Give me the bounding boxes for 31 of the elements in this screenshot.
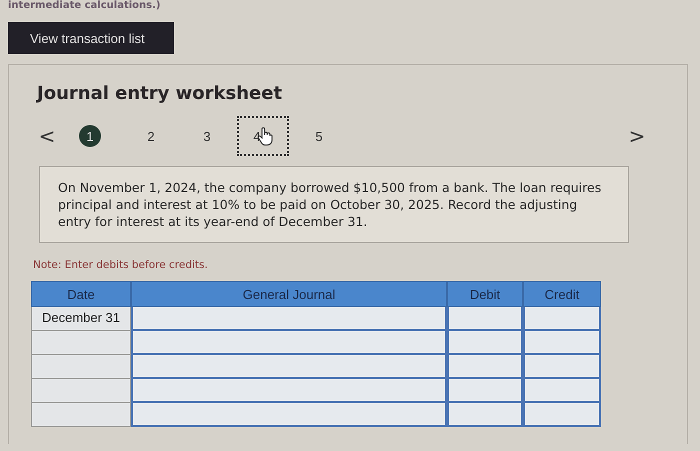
account-input-field[interactable] [131,379,447,403]
debit-input-field[interactable] [447,307,523,331]
instruction-text: intermediate calculations.) [8,0,162,13]
debit-input-field[interactable] [447,331,523,355]
step-tab[interactable]: 5 [293,116,345,156]
column-header: Credit [523,281,601,307]
step-tab[interactable]: 1 [79,125,101,147]
account-input-field[interactable] [131,307,447,331]
account-input-field[interactable] [131,403,447,427]
step-tab[interactable]: 2 [125,116,177,156]
account-input-field[interactable] [131,355,447,379]
credit-input-field[interactable] [523,307,601,331]
worksheet-title: Journal entry worksheet [37,83,284,104]
view-transaction-list-button[interactable]: View transaction list [8,22,174,54]
column-header: General Journal [131,281,447,307]
column-header: Date [31,281,131,307]
note-text: Note: Enter debits before credits. [33,259,209,271]
account-input-field[interactable] [131,331,447,355]
credit-input-field[interactable] [523,403,601,427]
credit-input-field[interactable] [523,379,601,403]
column-header: Debit [447,281,523,307]
debit-input-field[interactable] [447,379,523,403]
question-text: On November 1, 2024, the company borrowed $10,500 from a bank. The loan requires principal and interest at 10% to be paid on October 30, 2025. Record the adjusting entry for interest at its year-end of December 31. [39,166,629,243]
credit-input-field[interactable] [523,331,601,355]
debit-input-field[interactable] [447,355,523,379]
credit-input-field[interactable] [523,355,601,379]
next-button[interactable]: > [627,124,647,148]
step-tab[interactable]: 3 [181,116,233,156]
debit-input-field[interactable] [447,403,523,427]
date-cell: December 31 [31,307,131,331]
previous-button[interactable]: < [37,124,57,148]
